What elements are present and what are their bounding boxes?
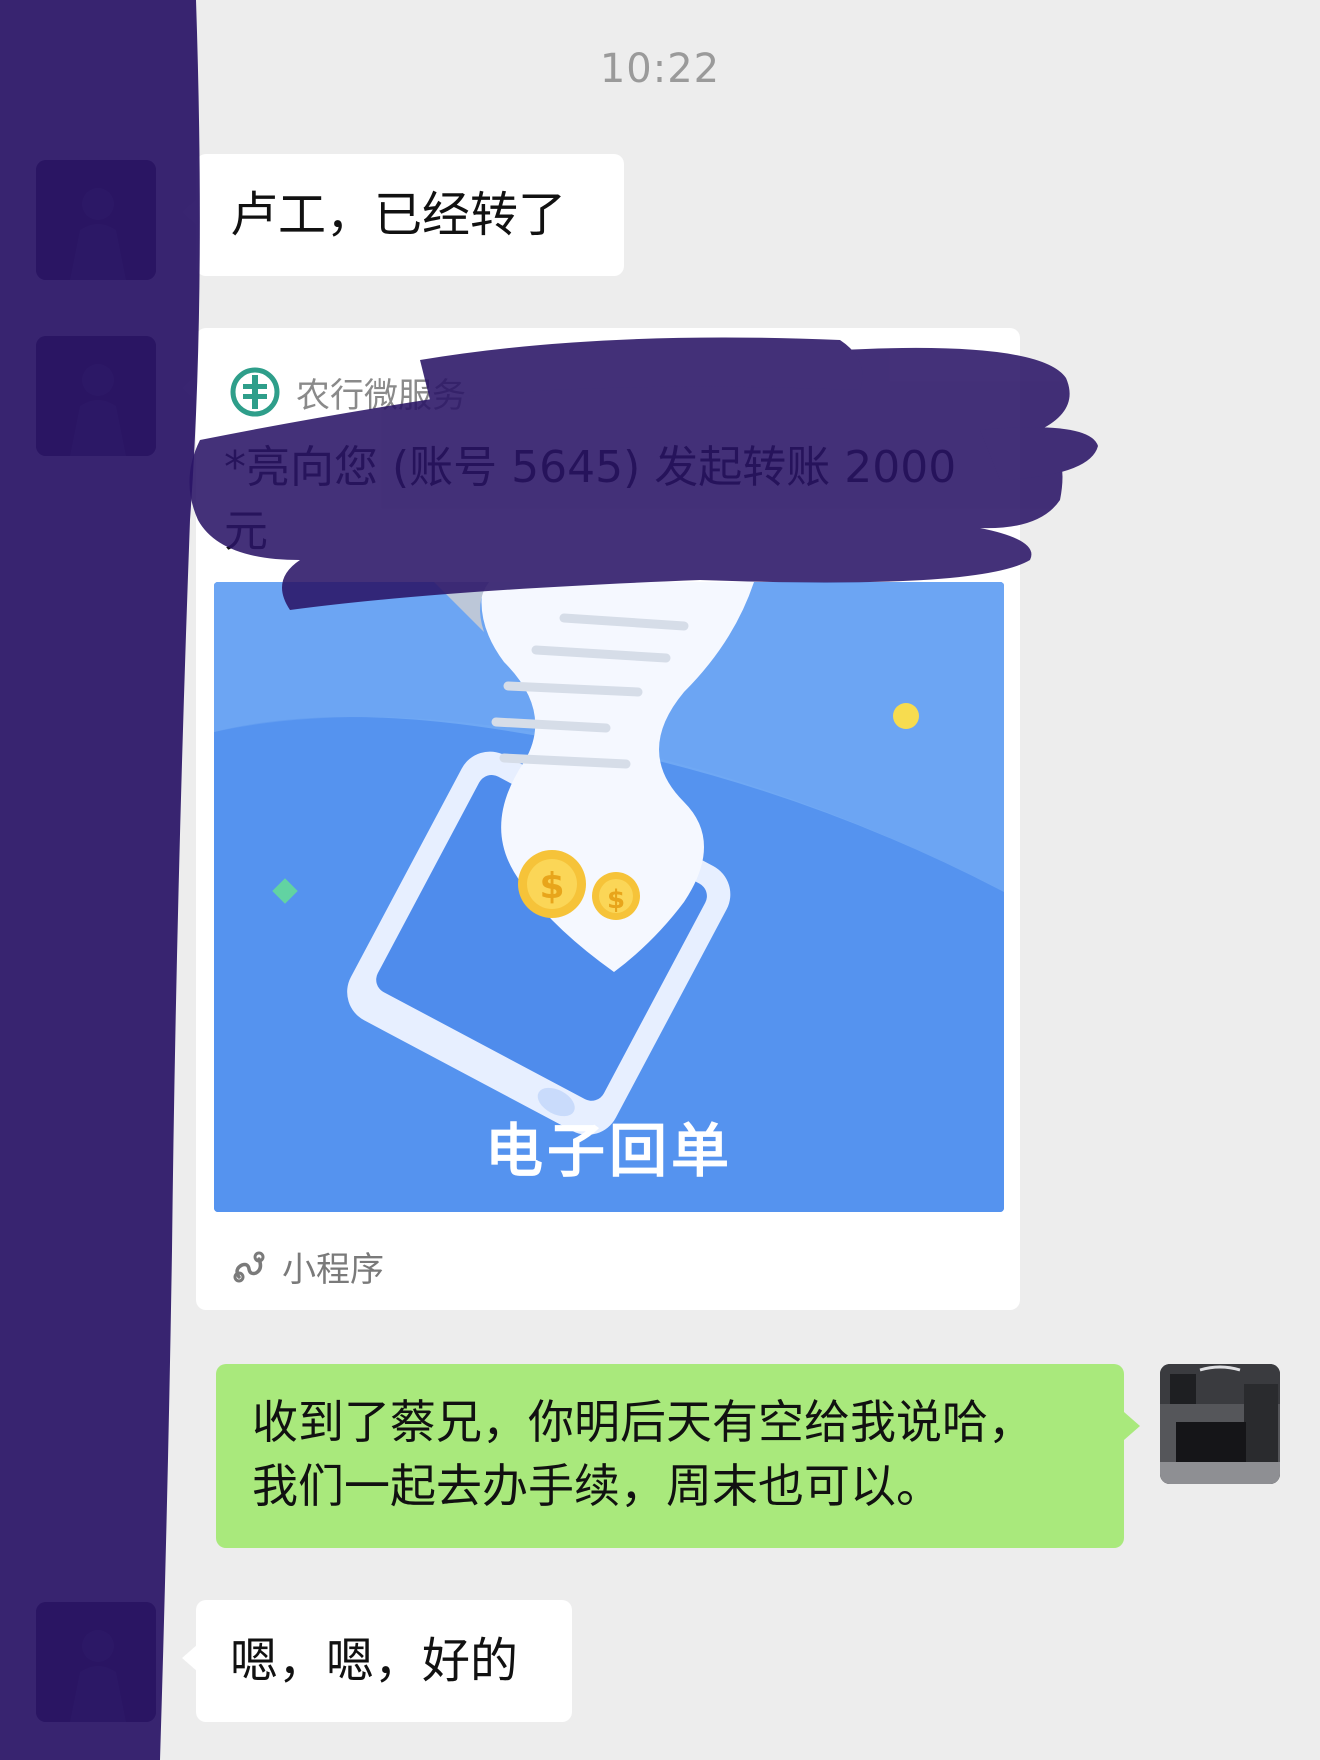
my-avatar[interactable] bbox=[1160, 1364, 1280, 1484]
svg-text:$: $ bbox=[607, 885, 625, 915]
bank-logo-icon bbox=[230, 367, 280, 417]
mini-program-link-icon bbox=[233, 1251, 265, 1283]
message-bubble-incoming[interactable]: 卢工，已经转了 bbox=[182, 154, 624, 276]
message-bubble-outgoing[interactable]: 收到了蔡兄，你明后天有空给我说哈， 我们一起去办手续，周末也可以。 bbox=[216, 1364, 1140, 1548]
message-text: 卢工，已经转了 bbox=[230, 187, 567, 243]
card-source-name: 农行微服务 bbox=[296, 375, 466, 416]
card-image[interactable]: $ $ 电子回单 bbox=[214, 582, 1004, 1212]
svg-text:$: $ bbox=[539, 866, 564, 907]
card-image-label: 电子回单 bbox=[484, 1117, 733, 1185]
message-text-line: 我们一起去办手续，周末也可以。 bbox=[252, 1459, 942, 1513]
mini-program-card[interactable]: 农行微服务 *亮向您 (账号 5645) 发起转账 2000元 $ $ 电子回单… bbox=[182, 328, 1020, 1310]
card-title: *亮向您 (账号 5645) 发起转账 2000元 bbox=[224, 442, 957, 557]
card-footer: 小程序 bbox=[230, 1242, 384, 1290]
card-footer-label: 小程序 bbox=[282, 1249, 384, 1290]
sender-avatar[interactable] bbox=[36, 160, 156, 280]
message-bubble-incoming[interactable]: 嗯，嗯，好的 bbox=[182, 1600, 572, 1722]
message-timestamp: 10:22 bbox=[599, 46, 721, 92]
sender-avatar[interactable] bbox=[36, 1602, 156, 1722]
sender-avatar[interactable] bbox=[36, 336, 156, 456]
message-text: 嗯，嗯，好的 bbox=[230, 1633, 519, 1689]
message-text-line: 收到了蔡兄，你明后天有空给我说哈， bbox=[252, 1395, 1034, 1449]
card-source: 农行微服务 bbox=[230, 364, 466, 420]
